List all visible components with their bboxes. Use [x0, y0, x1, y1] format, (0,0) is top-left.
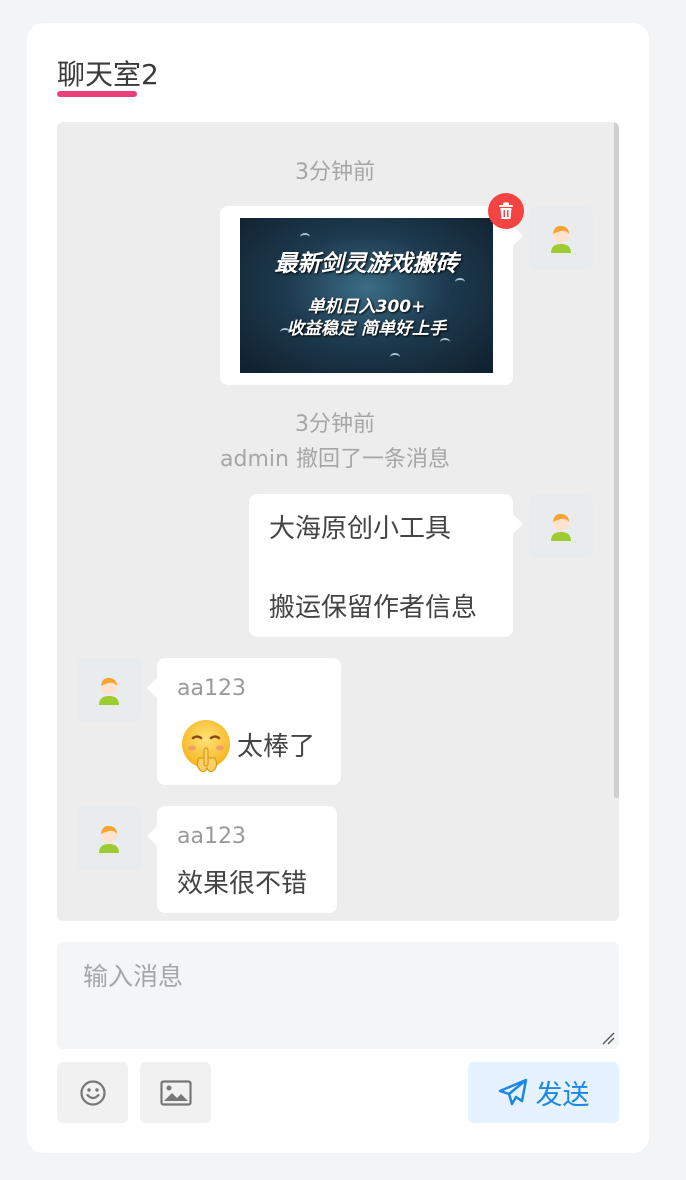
- timestamp: 3分钟前: [295, 412, 375, 437]
- page-title: 聊天室2: [57, 58, 159, 91]
- image-upload-button[interactable]: [140, 1062, 211, 1123]
- trash-icon: [499, 202, 513, 219]
- emoji-button[interactable]: [57, 1062, 128, 1123]
- sender-name: aa123: [177, 676, 246, 701]
- smile-icon: [79, 1079, 106, 1106]
- message-text: 效果很不错: [177, 869, 308, 899]
- delete-message-button[interactable]: [488, 193, 524, 229]
- user-avatar-icon: [551, 225, 571, 253]
- image-icon: [159, 1079, 192, 1106]
- send-label: 发送: [535, 1080, 590, 1111]
- message-text: 太棒了: [237, 732, 316, 762]
- text-message-bubble[interactable]: 大海原创小工具 搬运保留作者信息: [249, 494, 523, 637]
- message-image[interactable]: 最新剑灵游戏搬砖 单机日入300+ 收益稳定 简单好上手: [240, 218, 493, 373]
- avatar[interactable]: [77, 806, 141, 870]
- text-message-bubble[interactable]: aa123 效果很不错: [147, 806, 337, 913]
- sender-name: aa123: [177, 824, 246, 849]
- message-text: 大海原创小工具: [269, 514, 452, 544]
- image-subline-2: 收益稳定 简单好上手: [287, 319, 446, 339]
- user-avatar-icon: [551, 513, 571, 541]
- image-headline: 最新剑灵游戏搬砖: [274, 251, 459, 277]
- message-input-container: [57, 942, 619, 1049]
- message-input[interactable]: [57, 942, 619, 1049]
- title-underline: [57, 91, 137, 97]
- image-message-bubble[interactable]: 最新剑灵游戏搬砖 单机日入300+ 收益稳定 简单好上手: [220, 206, 523, 385]
- user-avatar-icon: [99, 825, 119, 853]
- chat-card: 聊天室2 3分钟前 最新剑灵游戏搬砖 单机日入300+ 收益稳定 简单好上手 3…: [27, 23, 649, 1153]
- send-button[interactable]: 发送: [468, 1062, 619, 1123]
- message-list[interactable]: 3分钟前 最新剑灵游戏搬砖 单机日入300+ 收益稳定 简单好上手 3分钟前 a…: [57, 122, 619, 921]
- timestamp: 3分钟前: [295, 160, 375, 185]
- recall-notice: admin 撤回了一条消息: [220, 447, 450, 472]
- avatar[interactable]: [529, 206, 593, 270]
- scrollbar[interactable]: [614, 122, 619, 798]
- resize-handle-icon[interactable]: [601, 1031, 615, 1045]
- avatar[interactable]: [77, 658, 141, 722]
- paper-plane-icon: [498, 1078, 527, 1105]
- user-avatar-icon: [99, 677, 119, 705]
- text-message-bubble[interactable]: aa123 太棒了: [147, 658, 341, 785]
- avatar[interactable]: [529, 494, 593, 558]
- message-text: 搬运保留作者信息: [269, 593, 478, 623]
- shush-emoji-icon: [182, 720, 230, 773]
